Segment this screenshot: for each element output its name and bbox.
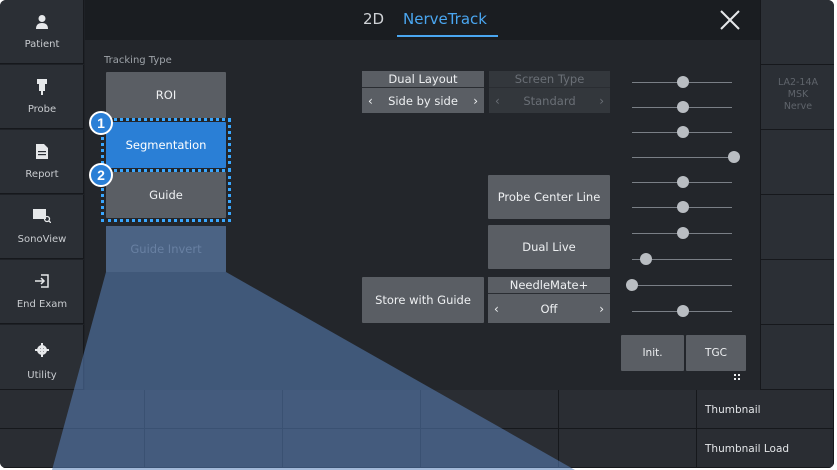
softkey[interactable]: [421, 429, 559, 468]
right-column: LA2-14A MSK Nerve: [760, 0, 834, 390]
segmentation-highlight-frame: [101, 118, 231, 172]
tgc-slider-knob[interactable]: [640, 253, 652, 265]
probe-application: MSK: [787, 89, 809, 100]
sidebar-item-label: End Exam: [16, 299, 68, 310]
guide-invert-button[interactable]: Guide Invert: [106, 226, 226, 272]
grid-dots-icon: [734, 359, 740, 380]
tgc-slider-knob[interactable]: [677, 176, 689, 188]
step-badge-1: 1: [89, 111, 113, 135]
sidebar-item-label: Utility: [27, 370, 57, 381]
tgc-slider-knob[interactable]: [677, 201, 689, 213]
probe-center-line-button[interactable]: Probe Center Line: [488, 175, 610, 219]
roi-button[interactable]: ROI: [106, 72, 226, 118]
sidebar-item-patient[interactable]: Patient: [0, 0, 84, 64]
softkey[interactable]: [0, 429, 145, 468]
dual-layout-label: Dual Layout: [362, 71, 484, 88]
sidebar-item-sonoview[interactable]: SonoView: [0, 195, 84, 259]
right-cell: [761, 195, 834, 260]
ultrasound-console-screen: Patient Probe Report SonoView End Exam U…: [0, 0, 834, 468]
softkey[interactable]: [283, 429, 421, 468]
image-search-icon: [0, 209, 84, 227]
tgc-button[interactable]: TGC: [686, 335, 746, 380]
document-icon: [0, 144, 84, 163]
dual-live-button[interactable]: Dual Live: [488, 225, 610, 269]
tab-nervetrack[interactable]: NerveTrack: [403, 10, 487, 28]
roi-label: ROI: [155, 88, 177, 102]
right-cell: [761, 130, 834, 195]
thumbnail-softkey[interactable]: Thumbnail: [697, 390, 834, 429]
chevron-right-icon[interactable]: ›: [599, 297, 604, 321]
softkey[interactable]: [559, 390, 697, 429]
softkey[interactable]: [145, 390, 283, 429]
active-tab-underline: [397, 35, 498, 37]
probe-center-line-label: Probe Center Line: [497, 190, 601, 204]
probe-preset: Nerve: [783, 101, 813, 112]
tgc-slider-knob[interactable]: [677, 76, 689, 88]
sidebar-item-end-exam[interactable]: End Exam: [0, 260, 84, 324]
right-cell: [761, 260, 834, 325]
tgc-slider-knob[interactable]: [677, 126, 689, 138]
tgc-slider-knob[interactable]: [677, 101, 689, 113]
chevron-right-icon[interactable]: ›: [599, 89, 604, 113]
softkey[interactable]: [0, 390, 145, 429]
tgc-label: TGC: [705, 347, 727, 359]
dual-live-label: Dual Live: [522, 240, 576, 254]
right-cell: [761, 0, 834, 65]
needlemate-value: Off: [540, 302, 558, 316]
sidebar-item-label: Report: [25, 169, 59, 180]
tracking-type-label: Tracking Type: [104, 55, 172, 66]
chevron-right-icon[interactable]: ›: [473, 89, 478, 113]
tgc-slider-knob[interactable]: [677, 227, 689, 239]
softkey[interactable]: [421, 390, 559, 429]
init-button[interactable]: Init.: [621, 335, 684, 371]
sidebar-item-label: Patient: [24, 39, 60, 50]
gear-icon: [0, 343, 84, 361]
screen-type-selector[interactable]: Screen Type ‹ Standard ›: [489, 71, 610, 113]
tab-2d[interactable]: 2D: [363, 10, 384, 28]
person-icon: [0, 14, 84, 34]
dual-layout-selector[interactable]: Dual Layout ‹ Side by side ›: [362, 71, 484, 113]
thumbnail-load-softkey[interactable]: Thumbnail Load: [697, 429, 834, 468]
screen-type-value: Standard: [523, 94, 576, 108]
exit-icon: [0, 274, 84, 292]
bottom-softkey-bar: Thumbnail Thumbnail Load: [0, 390, 834, 468]
needlemate-label: NeedleMate+: [488, 277, 610, 294]
store-with-guide-label: Store with Guide: [375, 293, 471, 307]
sidebar-item-label: Probe: [27, 104, 57, 115]
dual-layout-value: Side by side: [388, 94, 458, 108]
probe-model: LA2-14A: [777, 77, 819, 88]
step-badge-2: 2: [89, 163, 113, 187]
screen-type-label: Screen Type: [489, 71, 610, 88]
tgc-slider-track: [632, 285, 732, 286]
tgc-slider-knob[interactable]: [677, 305, 689, 317]
guide-highlight-frame: [101, 169, 231, 222]
sidebar-item-utility[interactable]: Utility: [0, 325, 84, 390]
tgc-slider-track: [632, 157, 732, 158]
thumbnail-label: Thumbnail: [705, 404, 761, 416]
sidebar-item-probe[interactable]: Probe: [0, 65, 84, 129]
softkey[interactable]: [145, 429, 283, 468]
store-with-guide-button[interactable]: Store with Guide: [362, 277, 484, 323]
thumbnail-load-label: Thumbnail Load: [705, 443, 790, 455]
right-cell: [761, 325, 834, 390]
tgc-slider-knob[interactable]: [728, 151, 740, 163]
probe-info-cell: LA2-14A MSK Nerve: [761, 65, 834, 130]
softkey[interactable]: [559, 429, 697, 468]
sidebar-item-label: SonoView: [17, 234, 67, 245]
softkey[interactable]: [283, 390, 421, 429]
probe-icon: [0, 79, 84, 99]
close-x-icon[interactable]: [718, 8, 742, 32]
guide-invert-label: Guide Invert: [130, 242, 202, 256]
needlemate-selector[interactable]: NeedleMate+ ‹ Off ›: [488, 277, 610, 323]
init-label: Init.: [642, 347, 663, 359]
tgc-slider-knob[interactable]: [626, 279, 638, 291]
sidebar-item-report[interactable]: Report: [0, 130, 84, 194]
